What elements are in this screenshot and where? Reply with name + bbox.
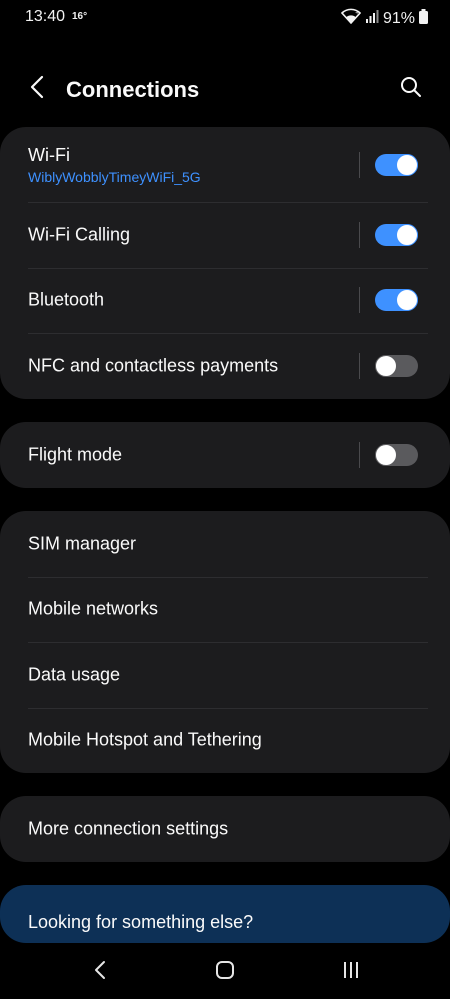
row-divider xyxy=(359,221,360,248)
wifi-calling-row[interactable]: Wi-Fi Calling xyxy=(0,202,450,268)
looking-for-something-else-label: Looking for something else? xyxy=(28,912,254,932)
flight-mode-toggle[interactable] xyxy=(375,444,418,466)
back-arrow-icon xyxy=(30,75,44,104)
data-usage-row[interactable]: Data usage xyxy=(0,642,450,708)
page-title: Connections xyxy=(66,77,200,102)
sim-manager-label: SIM manager xyxy=(28,533,137,554)
hotspot-tethering-label: Mobile Hotspot and Tethering xyxy=(28,729,262,750)
status-bar: 13:40 16° + 91% xyxy=(0,0,450,34)
hotspot-tethering-row[interactable]: Mobile Hotspot and Tethering xyxy=(0,707,450,774)
wifi-toggle[interactable] xyxy=(375,153,418,176)
nav-home-button[interactable] xyxy=(210,957,240,987)
flight-mode-row[interactable]: Flight mode xyxy=(0,422,450,488)
nfc-label: NFC and contactless payments xyxy=(28,355,279,376)
nfc-toggle[interactable] xyxy=(375,354,418,377)
row-divider xyxy=(359,287,360,314)
bluetooth-label: Bluetooth xyxy=(28,289,105,310)
mobile-networks-label: Mobile networks xyxy=(28,598,159,619)
bluetooth-toggle[interactable] xyxy=(375,289,418,312)
search-icon xyxy=(400,76,422,103)
more-connection-settings-label: More connection settings xyxy=(28,818,229,839)
toggle-knob xyxy=(396,223,418,246)
row-divider xyxy=(359,151,360,178)
nav-back-button[interactable] xyxy=(85,957,115,987)
search-button[interactable] xyxy=(396,74,426,104)
more-settings-card: More connection settings xyxy=(0,796,450,862)
battery-percent: 91% xyxy=(382,9,415,27)
status-time: 13:40 xyxy=(25,8,66,25)
toggle-knob xyxy=(396,153,418,176)
wifi-signal-icon: + xyxy=(340,8,362,29)
radios-card: Wi-Fi WiblyWobblyTimeyWiFi_5G Wi-Fi Call… xyxy=(0,127,450,399)
nav-home-icon xyxy=(215,960,235,985)
flight-mode-label: Flight mode xyxy=(28,444,123,465)
nfc-row[interactable]: NFC and contactless payments xyxy=(0,333,450,399)
mobile-networks-row[interactable]: Mobile networks xyxy=(0,576,450,643)
status-indicators: + 91% xyxy=(340,8,428,29)
row-divider xyxy=(359,352,360,379)
battery-icon xyxy=(419,8,428,29)
row-divider xyxy=(359,442,360,468)
nav-recents-button[interactable] xyxy=(336,957,366,987)
wifi-calling-toggle[interactable] xyxy=(375,223,418,246)
sim-manager-row[interactable]: SIM manager xyxy=(0,511,450,577)
more-connection-settings-row[interactable]: More connection settings xyxy=(0,796,450,862)
toggle-knob xyxy=(375,444,397,466)
navigation-bar xyxy=(0,943,450,999)
flight-mode-card: Flight mode xyxy=(0,422,450,488)
svg-text:+: + xyxy=(355,10,359,16)
toggle-knob xyxy=(396,289,418,312)
app-header: Connections xyxy=(0,60,450,120)
data-usage-label: Data usage xyxy=(28,664,121,685)
bluetooth-row[interactable]: Bluetooth xyxy=(0,267,450,334)
wifi-label: Wi-Fi xyxy=(28,145,70,165)
back-button[interactable] xyxy=(22,74,52,104)
wifi-network-name: WiblyWobblyTimeyWiFi_5G xyxy=(28,169,201,185)
wifi-calling-label: Wi-Fi Calling xyxy=(28,224,131,245)
looking-for-something-else-card[interactable]: Looking for something else? xyxy=(0,885,450,943)
toggle-knob xyxy=(375,354,397,377)
network-card: SIM manager Mobile networks Data usage M… xyxy=(0,511,450,773)
cell-signal-icon xyxy=(365,9,379,28)
nav-recents-icon xyxy=(341,960,361,985)
status-temperature: 16° xyxy=(72,11,88,22)
nav-back-icon xyxy=(94,960,106,985)
wifi-row[interactable]: Wi-Fi WiblyWobblyTimeyWiFi_5G xyxy=(0,127,450,202)
